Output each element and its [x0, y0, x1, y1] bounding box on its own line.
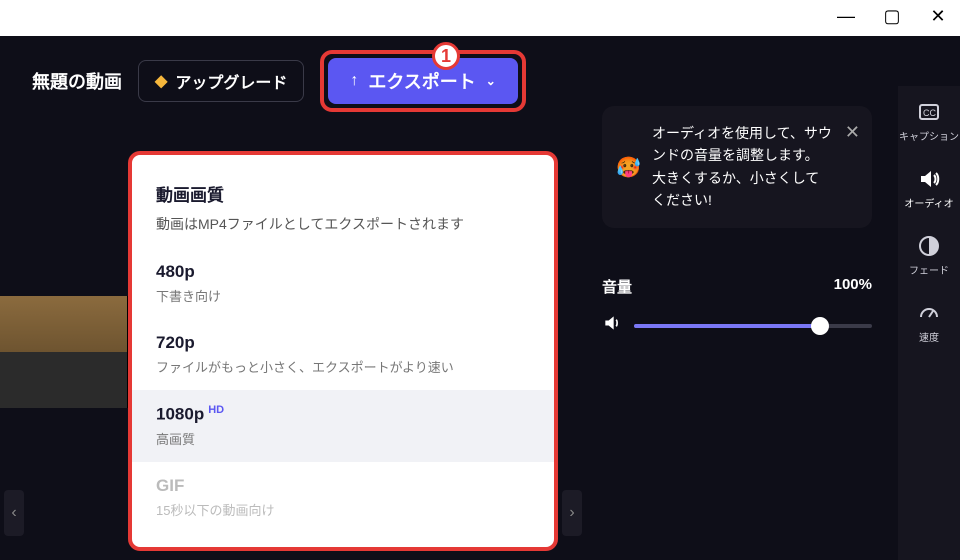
tab-caption[interactable]: CC キャプション [899, 100, 959, 143]
quality-name: 480p [156, 262, 530, 282]
svg-text:CC: CC [923, 108, 936, 118]
quality-name: 1080pHD [156, 404, 530, 425]
dropdown-subtext: 動画はMP4ファイルとしてエクスポートされます [132, 214, 554, 248]
quality-option-1080p[interactable]: 1080pHD 高画質 [132, 390, 554, 462]
quality-desc: 高画質 [156, 429, 530, 448]
export-button[interactable]: ↑ エクスポート ⌄ [328, 58, 518, 104]
quality-desc: ファイルがもっと小さく、エクスポートがより速い [156, 357, 530, 376]
volume-value: 100% [834, 276, 872, 297]
quality-option-720p[interactable]: 720p ファイルがもっと小さく、エクスポートがより速い [132, 319, 554, 390]
speaker-icon[interactable] [602, 313, 622, 338]
upgrade-button[interactable]: ◆ アップグレード [138, 60, 304, 102]
quality-option-480p[interactable]: 480p 下書き向け [132, 248, 554, 319]
volume-label: 音量 [602, 276, 632, 297]
tab-label: キャプション [899, 128, 959, 143]
next-button[interactable]: › [562, 490, 582, 536]
export-highlight-box: ↑ エクスポート ⌄ [320, 50, 526, 112]
export-quality-dropdown: 動画画質 動画はMP4ファイルとしてエクスポートされます 480p 下書き向け … [128, 151, 558, 551]
quality-name: GIF [156, 476, 530, 496]
fade-icon [917, 234, 941, 258]
tab-fade[interactable]: フェード [909, 234, 949, 277]
quality-option-gif[interactable]: GIF 15秒以下の動画向け [132, 462, 554, 533]
upgrade-label: アップグレード [175, 69, 287, 93]
audio-tip-card: 🥵 ✕ オーディオを使用して、サウンドの音量を調整します。大きくするか、小さくし… [602, 106, 872, 228]
prev-button[interactable]: ‹ [4, 490, 24, 536]
tab-label: 速度 [919, 329, 939, 344]
project-title: 無題の動画 [32, 68, 122, 94]
upload-icon: ↑ [350, 72, 358, 90]
right-sidebar: CC キャプション オーディオ フェード 速度 [898, 86, 960, 560]
dropdown-heading: 動画画質 [132, 181, 554, 214]
maximize-button[interactable]: ▢ [880, 6, 904, 27]
window-controls: — ▢ ✕ [834, 6, 950, 27]
quality-desc: 15秒以下の動画向け [156, 500, 530, 519]
volume-panel: 音量 100% [602, 276, 872, 338]
speaker-icon [917, 167, 941, 191]
volume-thumb[interactable] [811, 317, 829, 335]
tab-label: オーディオ [904, 195, 953, 210]
tab-label: フェード [909, 262, 949, 277]
hd-badge: HD [208, 404, 224, 416]
volume-slider[interactable] [634, 324, 872, 328]
tab-speed[interactable]: 速度 [917, 301, 941, 344]
callout-1: 1 [432, 42, 460, 70]
diamond-icon: ◆ [155, 71, 167, 91]
quality-name: 720p [156, 333, 530, 353]
gauge-icon [917, 301, 941, 325]
preview-thumbnail [0, 296, 128, 408]
quality-desc: 下書き向け [156, 286, 530, 305]
close-window-button[interactable]: ✕ [926, 6, 950, 27]
export-label: エクスポート [368, 68, 475, 94]
tab-audio[interactable]: オーディオ [904, 167, 953, 210]
chevron-down-icon: ⌄ [486, 74, 496, 88]
volume-fill [634, 324, 820, 328]
close-tip-button[interactable]: ✕ [845, 118, 860, 147]
hot-face-icon: 🥵 [616, 152, 641, 184]
tip-text: オーディオを使用して、サウンドの音量を調整します。大きくするか、小さくしてくださ… [652, 125, 832, 208]
minimize-button[interactable]: — [834, 6, 858, 27]
cc-icon: CC [917, 100, 941, 124]
